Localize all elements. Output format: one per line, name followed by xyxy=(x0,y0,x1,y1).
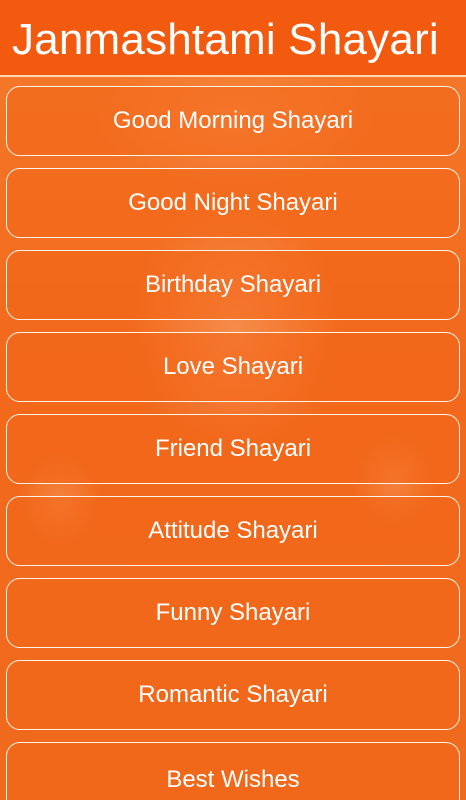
best-wishes-button[interactable]: Best Wishes xyxy=(6,742,460,800)
menu-item-label: Friend Shayari xyxy=(154,435,312,462)
app-header: Janmashtami Shayari xyxy=(0,0,466,77)
good-night-shayari-button[interactable]: Good Night Shayari xyxy=(6,168,460,238)
attitude-shayari-button[interactable]: Attitude Shayari xyxy=(6,496,460,566)
birthday-shayari-button[interactable]: Birthday Shayari xyxy=(6,250,460,320)
love-shayari-button[interactable]: Love Shayari xyxy=(6,332,460,402)
menu-item-label: Romantic Shayari xyxy=(138,681,328,708)
romantic-shayari-button[interactable]: Romantic Shayari xyxy=(6,660,460,730)
menu-item-label: Attitude Shayari xyxy=(148,517,318,544)
menu-item-label: Best Wishes xyxy=(166,766,300,793)
menu-item-label: Good Night Shayari xyxy=(128,189,338,216)
funny-shayari-button[interactable]: Funny Shayari xyxy=(6,578,460,648)
page-title: Janmashtami Shayari xyxy=(12,15,439,64)
menu-item-label: Good Morning Shayari xyxy=(112,107,354,134)
menu-item-label: Funny Shayari xyxy=(155,599,311,626)
friend-shayari-button[interactable]: Friend Shayari xyxy=(6,414,460,484)
good-morning-shayari-button[interactable]: Good Morning Shayari xyxy=(6,86,460,156)
menu-item-label: Love Shayari xyxy=(162,353,304,380)
menu-item-label: Birthday Shayari xyxy=(144,271,322,298)
